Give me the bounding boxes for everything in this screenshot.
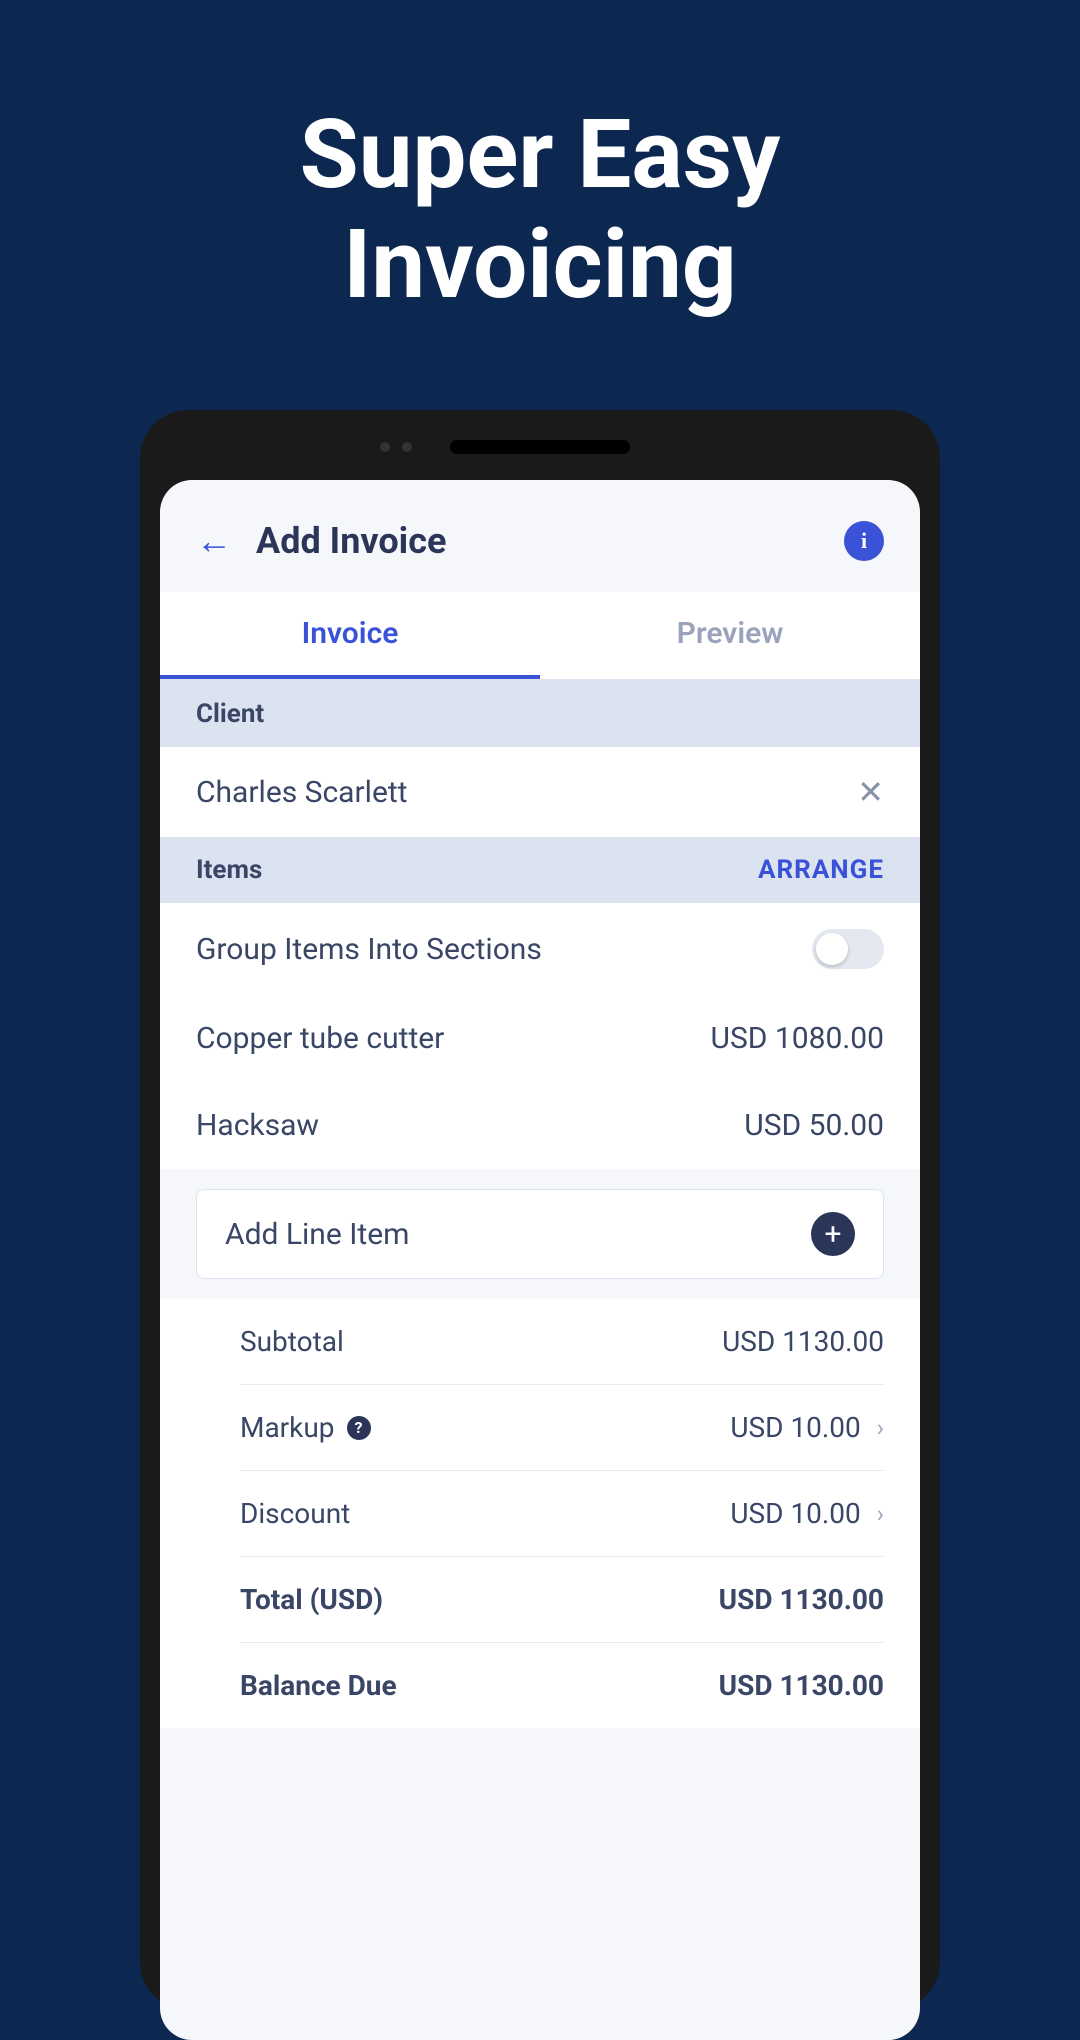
balance-value: USD 1130.00 [719,1669,884,1702]
phone-mockup: ← Add Invoice i Invoice Preview Client C… [140,410,940,2010]
line-item-name: Hacksaw [196,1108,319,1143]
total-label: Total (USD) [240,1583,383,1616]
line-item[interactable]: Hacksaw USD 50.00 [160,1082,920,1169]
markup-value: USD 10.00 › [730,1411,884,1444]
summary-section: Subtotal USD 1130.00 Markup ? USD 10.00 … [160,1299,920,1728]
client-row[interactable]: Charles Scarlett ✕ [160,747,920,837]
section-header-client: Client [160,681,920,747]
back-arrow-icon[interactable]: ← [196,520,232,562]
add-line-label: Add Line Item [225,1217,409,1252]
group-items-toggle[interactable] [812,929,884,969]
line-item-name: Copper tube cutter [196,1021,444,1056]
markup-row[interactable]: Markup ? USD 10.00 › [240,1385,884,1471]
balance-row: Balance Due USD 1130.00 [240,1643,884,1728]
help-icon[interactable]: ? [347,1416,371,1440]
arrange-button[interactable]: ARRANGE [758,855,884,885]
chevron-right-icon: › [877,1414,884,1442]
subtotal-label: Subtotal [240,1325,344,1358]
discount-value: USD 10.00 › [730,1497,884,1530]
line-item[interactable]: Copper tube cutter USD 1080.00 [160,995,920,1082]
discount-label: Discount [240,1497,350,1530]
discount-row[interactable]: Discount USD 10.00 › [240,1471,884,1557]
add-line-item-button[interactable]: Add Line Item + [196,1189,884,1279]
tab-invoice[interactable]: Invoice [160,592,540,679]
line-item-price: USD 1080.00 [711,1021,884,1056]
markup-label: Markup ? [240,1411,371,1444]
app-screen: ← Add Invoice i Invoice Preview Client C… [160,480,920,2040]
chevron-right-icon: › [877,1500,884,1528]
section-header-items: Items ARRANGE [160,837,920,903]
group-items-row: Group Items Into Sections [160,903,920,995]
phone-sensor-dots [380,442,412,452]
items-section-label: Items [196,855,262,885]
info-icon[interactable]: i [844,521,884,561]
line-item-price: USD 50.00 [744,1108,884,1143]
group-items-label: Group Items Into Sections [196,932,542,967]
balance-label: Balance Due [240,1669,397,1702]
subtotal-value: USD 1130.00 [722,1325,884,1358]
marketing-line1: Super Easy [0,100,1080,210]
remove-client-icon[interactable]: ✕ [857,773,884,811]
page-title: Add Invoice [256,520,820,562]
marketing-headline: Super Easy Invoicing [0,0,1080,321]
phone-speaker [450,440,630,454]
marketing-line2: Invoicing [0,210,1080,320]
client-name: Charles Scarlett [196,775,408,810]
tab-preview[interactable]: Preview [540,592,920,679]
plus-icon: + [811,1212,855,1256]
subtotal-row: Subtotal USD 1130.00 [240,1299,884,1385]
total-value: USD 1130.00 [719,1583,884,1616]
total-row: Total (USD) USD 1130.00 [240,1557,884,1643]
client-section-label: Client [196,699,264,729]
app-header: ← Add Invoice i [160,480,920,592]
tabs: Invoice Preview [160,592,920,681]
